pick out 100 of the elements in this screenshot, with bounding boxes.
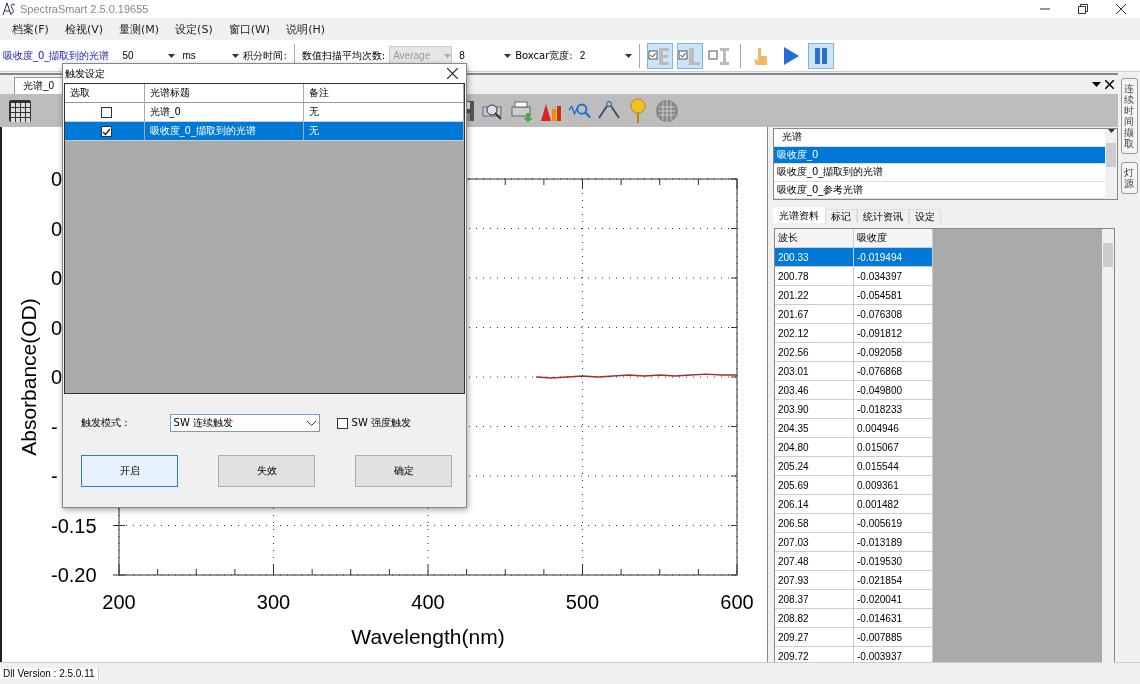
toolbar-button[interactable] [807,42,834,69]
table-cell: 208.37 [775,590,854,609]
table-cell: 204.80 [775,438,854,457]
y-tick-label: - [51,465,58,487]
scrollbar[interactable] [1105,129,1117,199]
status-text: Dll Version : 2.5.0.11 [0,668,99,679]
table-cell: -0.091812 [854,324,933,343]
spectrum-link[interactable]: 吸收度_0_擷取到的光谱 [3,48,110,63]
table-cell: 207.03 [775,533,854,552]
side-tab[interactable]: 连续时间撷取 [1120,78,1138,154]
menu-item[interactable]: 档案(F) [4,21,57,37]
checkbox[interactable] [336,417,348,429]
x-axis-title: Wavelength(nm) [351,625,505,648]
list-header: 光谱 [774,129,1105,147]
menu-item[interactable]: 设定(S) [167,21,221,37]
menu-item[interactable]: 检视(V) [56,21,112,37]
column-header: 备注 [303,84,464,103]
data-tab[interactable]: 标记 [825,209,857,223]
checkbox[interactable] [101,106,113,118]
table-cell: 204.35 [775,419,854,438]
table-cell: 无 [303,103,464,122]
checkbox-label: SW 强度触发 [351,416,411,430]
data-tab[interactable]: 设定 [909,209,941,223]
spectrum-list-item[interactable]: 吸收度_0_擷取到的光谱 [774,164,1105,182]
checkbox[interactable] [101,125,113,137]
menu-item[interactable]: 窗口(W) [220,21,279,37]
table-cell: 201.22 [775,286,854,305]
x-tick-label: 600 [720,591,754,613]
table-cell: -0.034397 [854,267,933,286]
mode-label: 触发模式 : [81,416,128,430]
hand-icon [751,45,770,66]
data-tab[interactable]: 光谱资料 [773,207,825,223]
y-tick-label: 0 [51,267,63,289]
table-cell: 202.56 [775,343,854,362]
table-cell: 200.78 [775,267,854,286]
table-cell: -0.018233 [854,400,933,419]
y-tick-label: 0 [51,366,63,388]
table-cell: 206.58 [775,514,854,533]
mode-dropdown[interactable]: SW 连续触发 [169,414,320,432]
x-tick-label: 300 [256,591,291,613]
x-tick-label: 400 [411,591,445,613]
menu-item[interactable]: 量测(M) [111,21,168,37]
y-tick-label: -0.20 [51,564,97,586]
document-tab[interactable]: 光谱_0 [14,77,64,94]
column-header: 吸收度 [854,229,933,248]
integration-label: 积分时间: [243,48,287,63]
chevron-icon [306,420,316,426]
table-cell: 209.27 [775,628,854,647]
table-cell: -0.005619 [854,514,933,533]
y-tick-label: -0.15 [51,514,97,537]
table-cell: -0.076308 [854,305,933,324]
y-tick-label: 0 [51,217,63,240]
side-tab[interactable]: 灯源 [1120,162,1138,194]
column-header: 光谱标题 [144,84,304,103]
caret-icon [504,53,512,58]
table-cell: 0.001482 [854,495,933,514]
table-cell: 208.82 [775,609,854,628]
caret-icon [1107,129,1115,133]
column-header: 波长 [775,229,854,248]
dialog-title: 触发设定 [65,66,105,81]
dialog-button[interactable]: 开启 [81,455,178,487]
table-cell: 203.90 [775,400,854,419]
table-cell: 0.004946 [854,419,933,438]
table-cell: -0.013189 [854,533,933,552]
dialog-button[interactable]: 失效 [218,455,315,487]
table-cell: 205.24 [775,457,854,476]
dropdown-button[interactable] [1092,82,1101,87]
caret-icon [232,53,240,58]
table-cell: -0.092058 [854,343,933,362]
table-cell: 0.009361 [854,476,933,495]
table-cell: -0.019530 [854,552,933,571]
play-icon [781,45,800,66]
scrollbar[interactable] [1102,229,1114,666]
y-axis-title: Absorbance(OD) [17,298,40,456]
x-tick-label: 500 [565,591,600,613]
table-cell: 202.12 [775,324,854,343]
data-tab[interactable]: 统计资讯 [857,209,909,223]
window-title: SpectraSmart 2.5.0.19655 [20,3,149,15]
table-cell: 无 [303,122,464,141]
calculator-icon[interactable] [8,97,32,124]
table-cell: 0.015544 [854,457,933,476]
menu-item[interactable]: 说明(H) [278,21,333,37]
x-tick-label: 200 [102,591,136,613]
table-cell: 200.33 [775,248,854,267]
pause-icon [812,46,829,65]
table-cell: 206.14 [775,495,854,514]
caret-icon [168,53,176,58]
table-cell: -0.054581 [854,286,933,305]
table-cell: 207.93 [775,571,854,590]
column-header: 选取 [65,84,145,103]
caret-icon [624,53,632,58]
y-tick-label: 0 [51,168,63,190]
table-cell: -0.019494 [854,248,933,267]
table-cell: -0.007885 [854,628,933,647]
table-cell: -0.049800 [854,381,933,400]
table-cell: -0.021854 [854,571,933,590]
table-cell: 光谱_0 [144,103,304,122]
table-cell: 203.46 [775,381,854,400]
close-button[interactable] [1105,80,1114,89]
dialog-button[interactable]: 确定 [355,455,452,487]
